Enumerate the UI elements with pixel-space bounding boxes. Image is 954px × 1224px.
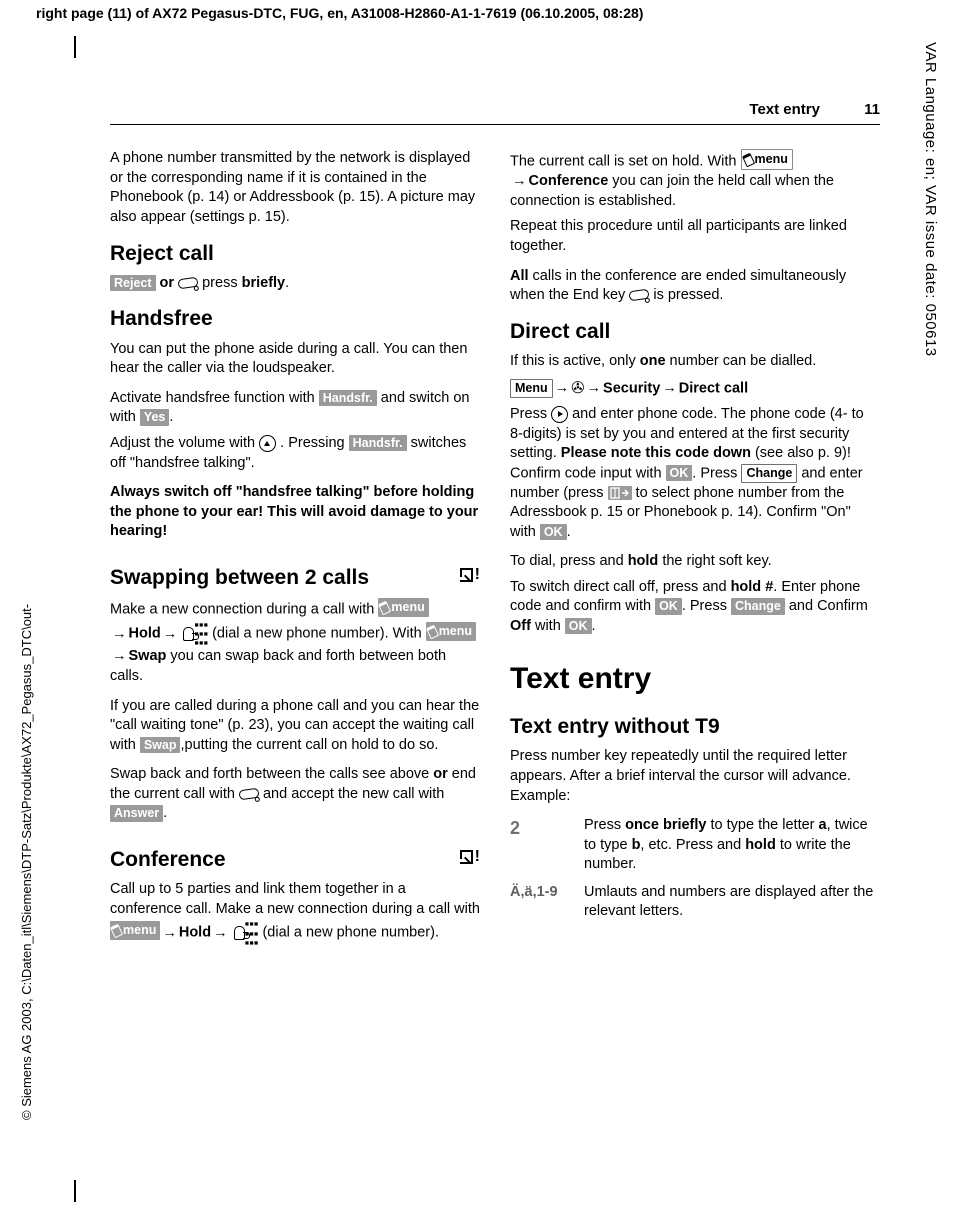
heading-conference: Conference: [110, 846, 226, 874]
sim-required-icon: !: [460, 564, 480, 586]
handsfree-p3: Adjust the volume with . Pressing Handsf…: [110, 434, 480, 473]
swap-p2: If you are called during a phone call an…: [110, 697, 480, 756]
heading-direct-call: Direct call: [510, 318, 880, 346]
softkey-handsfr: Handsfr.: [319, 390, 377, 406]
conf2-p2: Repeat this procedure until all particip…: [510, 217, 880, 256]
end-key-icon: [629, 289, 650, 302]
hand-icon: [234, 926, 245, 940]
sim-required-icon: !: [460, 846, 480, 868]
print-header-text: right page (11) of AX72 Pegasus-DTC, FUG…: [36, 5, 643, 21]
key-umlaut-desc: Umlauts and numbers are displayed after …: [584, 883, 880, 922]
phone-icon: [741, 152, 754, 167]
direct-p2: Press and enter phone code. The phone co…: [510, 405, 880, 542]
running-header: Text entry 11: [110, 100, 880, 125]
arrow-icon: →: [161, 626, 180, 642]
arrow-icon: →: [110, 648, 129, 664]
heading-without-t9: Text entry without T9: [510, 713, 880, 741]
page-content: Text entry 11 A phone number transmitted…: [110, 100, 880, 957]
softkey-ok: OK: [655, 598, 682, 614]
arrow-icon: →: [110, 626, 129, 642]
softkey-ok: OK: [666, 465, 693, 481]
print-side-left: © Siemens AG 2003, C:\Daten_itl\Siemens\…: [18, 604, 36, 1120]
arrow-icon: →: [160, 925, 179, 941]
page-number: 11: [864, 100, 880, 120]
key-2-desc: Press once briefly to type the letter a,…: [584, 816, 880, 875]
softkey-change: Change: [741, 464, 797, 483]
phone-icon: [378, 600, 391, 615]
end-key-icon: [238, 788, 259, 801]
example-row-umlaut: Ä,ä,1-9 Umlauts and numbers are displaye…: [510, 883, 880, 922]
arrow-icon: →: [510, 173, 529, 189]
softkey-answer: Answer: [110, 805, 163, 821]
reject-line: Reject or press briefly.: [110, 274, 480, 294]
hand-icon: [183, 627, 194, 641]
conf2-p3: All calls in the conference are ended si…: [510, 267, 880, 306]
key-2-label: 2: [510, 816, 566, 875]
direct-p1: If this is active, only one number can b…: [510, 352, 880, 372]
heading-text-entry: Text entry: [510, 659, 880, 700]
swap-p3: Swap back and forth between the calls se…: [110, 765, 480, 824]
textentry-p1: Press number key repeatedly until the re…: [510, 747, 880, 806]
arrow-icon: →: [585, 380, 604, 396]
phonebook-select-icon: [608, 486, 632, 500]
handsfree-p2: Activate handsfree function with Handsfr…: [110, 389, 480, 428]
conf-p1: Call up to 5 parties and link them toget…: [110, 880, 480, 946]
softkey-ok: OK: [540, 524, 567, 540]
phone-icon: [426, 624, 439, 639]
arrow-icon: →: [553, 380, 572, 396]
handsfree-p1: You can put the phone aside during a cal…: [110, 340, 480, 379]
left-column: A phone number transmitted by the networ…: [110, 149, 480, 956]
dial-with-keypad: ▪▪▪▪▪▪▪▪▪: [234, 925, 259, 941]
key-umlaut-label: Ä,ä,1-9: [510, 883, 566, 922]
heading-swapping: Swapping between 2 calls: [110, 564, 369, 592]
softkey-swap: Swap: [140, 737, 181, 753]
softkey-handsfr-2: Handsfr.: [349, 435, 407, 451]
nav-up-icon: [259, 435, 276, 452]
print-side-right: VAR Language: en; VAR issue date: 050613: [920, 42, 940, 357]
intro-paragraph: A phone number transmitted by the networ…: [110, 149, 480, 227]
softkey-reject: Reject: [110, 275, 156, 291]
dial-with-keypad: ▪▪▪▪▪▪▪▪▪: [183, 626, 208, 642]
right-column: The current call is set on hold. With me…: [510, 149, 880, 956]
softkey-yes: Yes: [140, 409, 170, 425]
swap-p1: Make a new connection during a call with…: [110, 598, 480, 686]
arrow-icon: →: [211, 925, 230, 941]
end-key-icon: [177, 277, 198, 290]
handsfree-warning: Always switch off "handsfree talking" be…: [110, 483, 480, 542]
running-title: Text entry: [749, 101, 820, 118]
direct-p4: To switch direct call off, press and hol…: [510, 578, 880, 637]
example-row-2: 2 Press once briefly to type the letter …: [510, 816, 880, 875]
tools-icon: ✇: [571, 378, 584, 400]
softkey-ok: OK: [565, 618, 592, 634]
call-menu-key: menu: [378, 598, 428, 617]
nav-right-icon: [551, 406, 568, 423]
call-menu-key: menu: [110, 921, 160, 940]
call-menu-key: menu: [426, 622, 476, 641]
heading-handsfree: Handsfree: [110, 305, 480, 333]
call-menu-key-outline: menu: [741, 149, 793, 170]
direct-nav: Menu→✇→Security→Direct call: [510, 378, 880, 400]
arrow-icon: →: [660, 380, 679, 396]
crop-mark-top: [74, 36, 76, 58]
print-header: right page (11) of AX72 Pegasus-DTC, FUG…: [36, 4, 643, 23]
direct-p3: To dial, press and hold the right soft k…: [510, 552, 880, 572]
softkey-menu: Menu: [510, 379, 553, 398]
softkey-change: Change: [731, 598, 785, 614]
conf2-p1: The current call is set on hold. With me…: [510, 149, 880, 211]
heading-reject-call: Reject call: [110, 240, 480, 268]
phone-icon: [110, 924, 123, 939]
crop-mark-bottom: [74, 1180, 76, 1202]
